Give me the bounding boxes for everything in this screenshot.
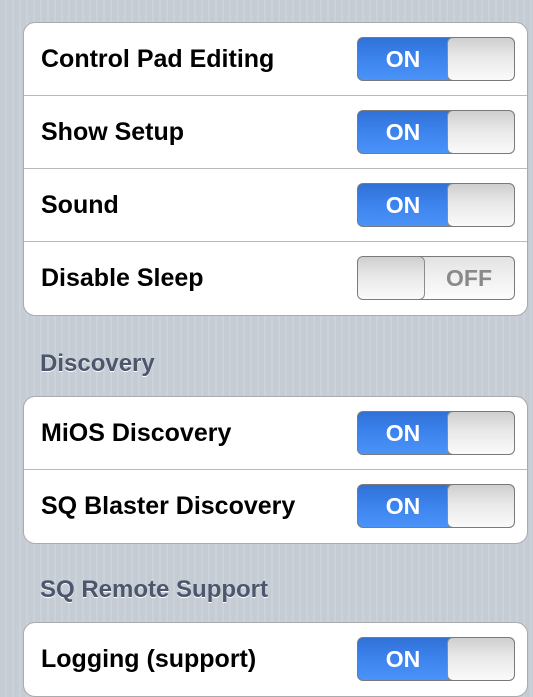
mios-discovery-switch[interactable]: ON	[357, 411, 515, 455]
row-control-pad-editing: Control Pad Editing ON	[24, 23, 527, 96]
disable-sleep-label: Disable Sleep	[41, 264, 204, 292]
switch-state-text: ON	[385, 192, 421, 218]
switch-state-text: ON	[385, 119, 421, 145]
discovery-section-header: Discovery	[40, 350, 155, 377]
disable-sleep-switch[interactable]: OFF	[357, 256, 515, 300]
row-logging-support: Logging (support) ON	[24, 623, 527, 696]
sound-label: Sound	[41, 191, 119, 219]
logging-support-label: Logging (support)	[41, 645, 257, 673]
row-mios-discovery: MiOS Discovery ON	[24, 397, 527, 470]
mios-discovery-label: MiOS Discovery	[41, 419, 232, 447]
control-pad-editing-switch[interactable]: ON	[357, 37, 515, 81]
switch-knob	[447, 412, 514, 454]
switch-state-text: OFF	[446, 265, 492, 291]
support-group: Logging (support) ON	[23, 622, 528, 697]
row-disable-sleep: Disable Sleep OFF	[24, 242, 527, 315]
discovery-group: MiOS Discovery ON SQ Blaster Discovery O…	[23, 396, 528, 544]
switch-knob	[358, 257, 425, 299]
row-show-setup: Show Setup ON	[24, 96, 527, 169]
row-sound: Sound ON	[24, 169, 527, 242]
switch-state-text: ON	[385, 493, 421, 519]
sq-blaster-discovery-label: SQ Blaster Discovery	[41, 492, 296, 520]
switch-knob	[447, 38, 514, 80]
control-pad-editing-label: Control Pad Editing	[41, 45, 275, 73]
sq-blaster-discovery-switch[interactable]: ON	[357, 484, 515, 528]
switch-state-text: ON	[385, 420, 421, 446]
sound-switch[interactable]: ON	[357, 183, 515, 227]
switch-knob	[447, 485, 514, 527]
general-settings-group: Control Pad Editing ON Show Setup ON Sou…	[23, 22, 528, 316]
show-setup-label: Show Setup	[41, 118, 185, 146]
switch-state-text: ON	[385, 46, 421, 72]
row-sq-blaster-discovery: SQ Blaster Discovery ON	[24, 470, 527, 543]
switch-knob	[447, 184, 514, 226]
switch-state-text: ON	[385, 646, 421, 672]
switch-knob	[447, 111, 514, 153]
switch-knob	[447, 638, 514, 680]
show-setup-switch[interactable]: ON	[357, 110, 515, 154]
sq-remote-support-section-header: SQ Remote Support	[40, 576, 269, 603]
logging-support-switch[interactable]: ON	[357, 637, 515, 681]
